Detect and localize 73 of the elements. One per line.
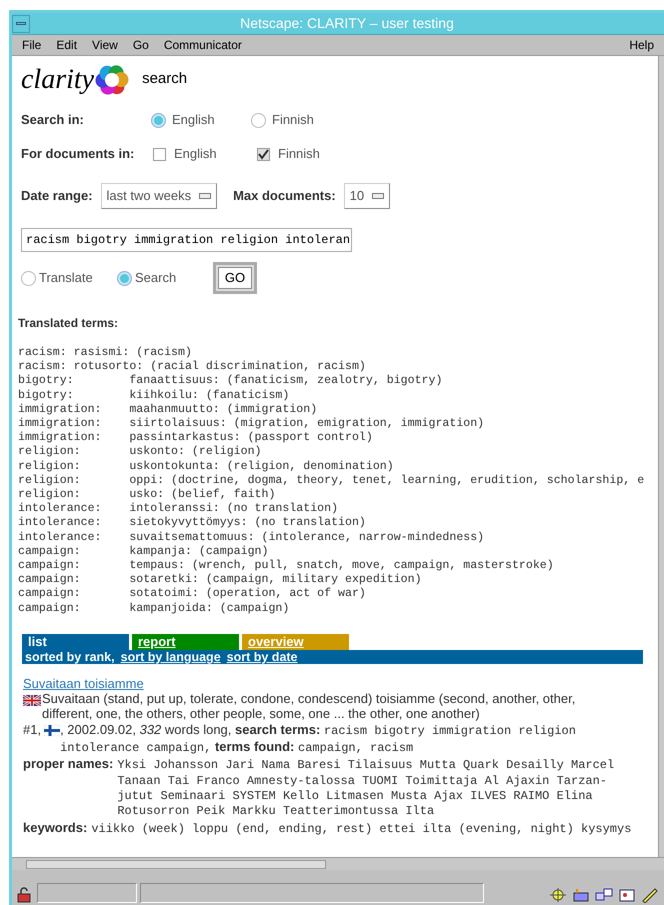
pen-icon[interactable] bbox=[640, 887, 660, 903]
uk-flag-icon bbox=[23, 695, 41, 706]
translation-row: racism: rotusorto: (racial discrimination, racism) bbox=[18, 360, 366, 374]
translation-row: intolerance: sietokyvyttömyys: (no translation) bbox=[18, 516, 366, 531]
menu-item[interactable]: Help bbox=[629, 36, 654, 54]
field-label: Search in: bbox=[21, 111, 85, 130]
option-label: Finnish bbox=[278, 145, 320, 164]
field-label: Max documents: bbox=[233, 187, 336, 206]
option-label: Finnish bbox=[272, 111, 314, 130]
radio-button[interactable] bbox=[21, 270, 36, 286]
sort-label: sorted by rank, bbox=[25, 650, 115, 664]
translation-row: immigration: maahanmuutto: (immigration) bbox=[18, 402, 318, 418]
option-label: English bbox=[172, 111, 215, 130]
horizontal-scrollbar[interactable] bbox=[12, 857, 664, 870]
page-title: search bbox=[142, 69, 188, 90]
dropdown[interactable]: 10 bbox=[344, 183, 390, 209]
translation-row: religion: uskonto: (religion) bbox=[18, 445, 262, 460]
checkbox[interactable] bbox=[257, 148, 270, 160]
translation-row: campaign: kampanjoida: (campaign) bbox=[18, 602, 290, 616]
menu-item[interactable]: File bbox=[22, 36, 42, 54]
menu-item[interactable]: View bbox=[92, 36, 118, 54]
sort-link[interactable]: sort by date bbox=[226, 650, 298, 664]
field-value: viikko (week) loppu (end, ending, rest) ettei ilta (evening, night) kysymys bbox=[91, 822, 632, 837]
result-summary: Suvaitaan (stand, put up, tolerate, condone, condescend) toisiamme (second, another, other, different, one, the others, other people, some, one ... the other, one another) bbox=[42, 691, 576, 722]
window-title: Netscape: CLARITY – user testing bbox=[239, 14, 455, 33]
translation-row: campaign: tempaus: (wrench, pull, snatch, move, campaign, masterstroke) bbox=[18, 559, 554, 574]
chat-icon[interactable] bbox=[594, 887, 614, 903]
option-label: English bbox=[174, 145, 217, 164]
flower-logo-icon bbox=[94, 64, 130, 94]
menu-item[interactable]: Go bbox=[132, 36, 149, 54]
translation-row: religion: usko: (belief, faith) bbox=[18, 488, 276, 502]
mail-icon[interactable] bbox=[571, 887, 591, 903]
query-field[interactable]: racism bigotry immigration religion intoleran bbox=[21, 228, 352, 252]
finland-flag-icon bbox=[44, 724, 60, 736]
field-label: keywords: bbox=[23, 820, 88, 835]
menu-item[interactable]: Edit bbox=[56, 36, 78, 54]
result-details: , 2002.09.02, 332 words long, search terms: racism bigotry immigration religion intolerance campaign, terms found: campaign, racism bbox=[60, 722, 577, 756]
checkbox[interactable] bbox=[153, 148, 166, 160]
option-label: Search bbox=[135, 269, 176, 288]
translation-row: intolerance: suvaitsemattomuus: (intolerance, narrow-mindedness) bbox=[18, 530, 484, 545]
vertical-scrollbar[interactable] bbox=[658, 56, 664, 857]
translation-row: intolerance: intoleranssi: (no translation) bbox=[18, 502, 338, 516]
radio-button[interactable] bbox=[151, 112, 166, 128]
sort-link[interactable]: sort by language bbox=[120, 650, 221, 664]
translation-row: bigotry: fanaattisuus: (fanaticism, zealotry, bigotry) bbox=[18, 374, 442, 389]
dropdown[interactable]: last two weeks bbox=[100, 183, 218, 209]
translation-row: religion: uskontokunta: (religion, denomination) bbox=[18, 460, 394, 474]
field-value: Yksi Johansson Jari Nama Baresi Tilaisuus Mutta Quark Desailly Marcel Tanaan Tai Franco Amnesty-talossa TUOMI Toimittaja Al Ajaxin Tarzan-jutut Seminaari SYSTEM Kello Litmasen Musta Ajax ILVES RAIMO Elina Rotusorron Peik Markku Teatterimontussa Ilta bbox=[117, 758, 616, 820]
section-heading: Translated terms: bbox=[18, 315, 120, 332]
result-rank: #1, bbox=[23, 722, 42, 738]
field-label: Date range: bbox=[21, 187, 93, 206]
go-button[interactable]: GO bbox=[218, 267, 252, 289]
result-tab[interactable]: report bbox=[132, 634, 239, 650]
window-menu-button[interactable] bbox=[12, 14, 30, 32]
translation-row: bigotry: kiihkoilu: (fanaticism) bbox=[18, 388, 290, 403]
translation-row: racism: rasismi: (racism) bbox=[18, 346, 192, 360]
result-tab[interactable]: list bbox=[22, 634, 129, 650]
result-link[interactable]: Suvaitaan toisiamme bbox=[23, 676, 144, 691]
field-label: For documents in: bbox=[21, 145, 136, 164]
translation-row: immigration: siirtolaisuus: (migration, emigration, immigration) bbox=[18, 417, 484, 432]
logo-text: clarity bbox=[21, 66, 94, 94]
translation-row: immigration: passintarkastus: (passport control) bbox=[18, 431, 373, 446]
field-label: proper names: bbox=[23, 756, 114, 772]
compass-icon[interactable] bbox=[548, 887, 568, 903]
address-book-icon[interactable] bbox=[617, 887, 637, 903]
translation-row: religion: oppi: (doctrine, dogma, theory, tenet, learning, erudition, scholarship, e bbox=[18, 474, 644, 488]
menu-item[interactable]: Communicator bbox=[164, 36, 242, 54]
radio-button[interactable] bbox=[117, 270, 132, 286]
translation-row: campaign: kampanja: (campaign) bbox=[18, 544, 268, 560]
radio-button[interactable] bbox=[251, 112, 266, 128]
translation-row: campaign: sotaretki: (campaign, military expedition) bbox=[18, 573, 422, 588]
translation-row: campaign: sotatoimi: (operation, act of war) bbox=[18, 587, 366, 602]
option-label: Translate bbox=[39, 269, 93, 288]
